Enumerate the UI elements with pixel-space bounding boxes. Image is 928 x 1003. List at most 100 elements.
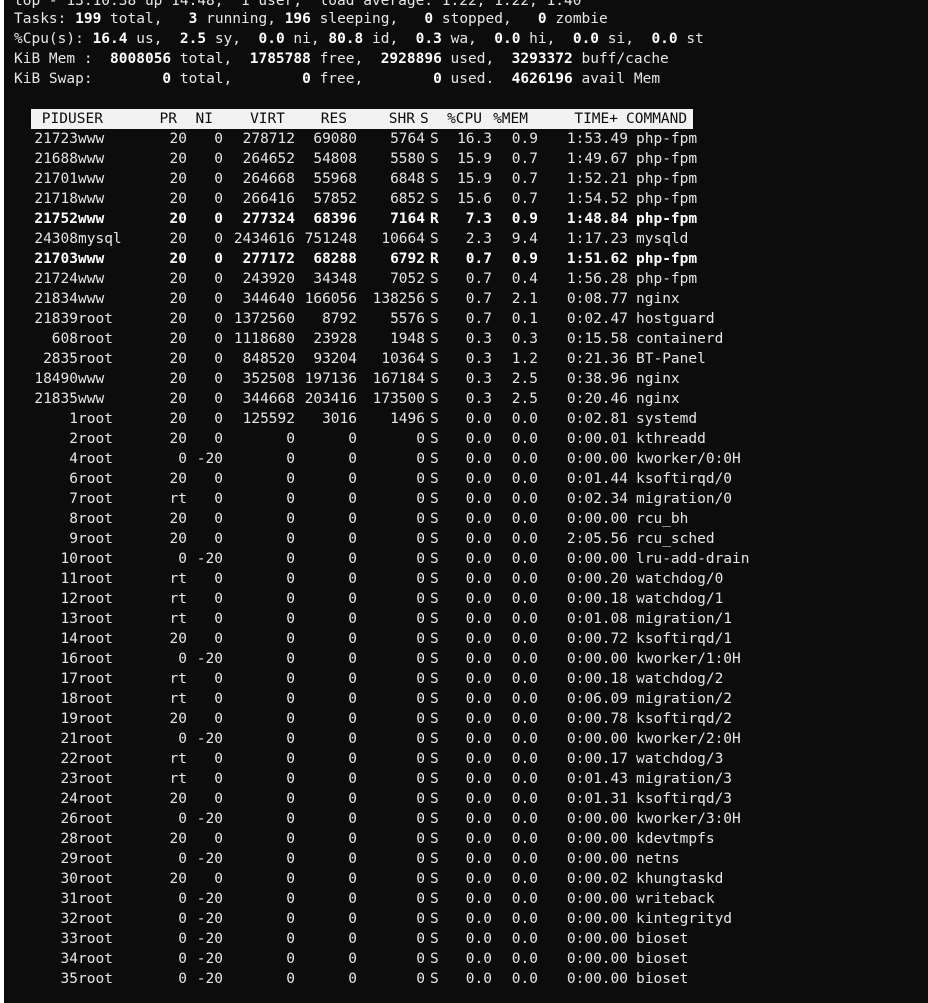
- process-row[interactable]: 13 root rt 0 0 0 0 S 0.0 0.0 0:01.08 migration/1: [14, 609, 928, 629]
- process-cpu: 0.0: [465, 871, 492, 887]
- process-row[interactable]: 12 root rt 0 0 0 0 S 0.0 0.0 0:00.18 watchdog/1: [14, 589, 928, 609]
- process-pr: rt: [169, 611, 187, 627]
- process-row[interactable]: 2835 root 20 0 848520 93204 10364 S 0.3 1.2 0:21.3…: [14, 349, 928, 369]
- process-row[interactable]: 21834 www 20 0 344640 166056 138256 S 0.7 2.1 0:08…: [14, 289, 928, 309]
- process-row[interactable]: 21703 www 20 0 277172 68288 6792 R 0.7 0.9 1:51.62…: [14, 249, 928, 269]
- process-cpu: 0.7: [465, 311, 492, 327]
- process-row[interactable]: 34 root 0 -20 0 0 0 S 0.0 0.0 0:00.00 bioset: [14, 949, 928, 969]
- process-row[interactable]: 7 root rt 0 0 0 0 S 0.0 0.0 0:02.34 migration/0: [14, 489, 928, 509]
- process-state: S: [430, 771, 439, 787]
- process-command: watchdog/3: [636, 751, 724, 767]
- process-res: 0: [348, 891, 357, 907]
- process-pr: 20: [169, 211, 187, 227]
- process-pr: 0: [178, 551, 187, 567]
- process-ni: 0: [214, 531, 223, 547]
- process-mem: 0.0: [511, 411, 538, 427]
- process-row[interactable]: 33 root 0 -20 0 0 0 S 0.0 0.0 0:00.00 bioset: [14, 929, 928, 949]
- process-user: root: [78, 831, 113, 847]
- process-virt: 0: [286, 951, 295, 967]
- process-row[interactable]: 22 root rt 0 0 0 0 S 0.0 0.0 0:00.17 watchdog/3: [14, 749, 928, 769]
- process-row[interactable]: 21839 root 20 0 1372560 8792 5576 S 0.7 0.1 0:02.4…: [14, 309, 928, 329]
- process-row[interactable]: 30 root 20 0 0 0 0 S 0.0 0.0 0:00.02 khungtaskd: [14, 869, 928, 889]
- process-time: 0:00.00: [566, 951, 628, 967]
- cpu-line: %Cpu(s): 16.4 us, 2.5 sy, 0.0 ni, 80.8 i…: [14, 31, 704, 47]
- process-ni: 0: [214, 411, 223, 427]
- process-row[interactable]: 16 root 0 -20 0 0 0 S 0.0 0.0 0:00.00 kworker/1:0H: [14, 649, 928, 669]
- process-pr: 20: [169, 631, 187, 647]
- process-pid: 35: [60, 971, 78, 987]
- process-row[interactable]: 21835 www 20 0 344668 203416 173500 S 0.3 2.5 0:20…: [14, 389, 928, 409]
- col-pr: PR: [159, 111, 177, 127]
- process-row[interactable]: 35 root 0 -20 0 0 0 S 0.0 0.0 0:00.00 bioset: [14, 969, 928, 989]
- process-row[interactable]: 26 root 0 -20 0 0 0 S 0.0 0.0 0:00.00 kworker/3:0H: [14, 809, 928, 829]
- process-command: kdevtmpfs: [636, 831, 715, 847]
- process-row[interactable]: 4 root 0 -20 0 0 0 S 0.0 0.0 0:00.00 kworker/0:0H: [14, 449, 928, 469]
- process-virt: 0: [286, 771, 295, 787]
- process-row[interactable]: 19 root 20 0 0 0 0 S 0.0 0.0 0:00.78 ksoftirqd/2: [14, 709, 928, 729]
- process-time: 0:02.34: [566, 491, 628, 507]
- process-ni: 0: [214, 671, 223, 687]
- process-ni: 0: [214, 871, 223, 887]
- process-pid: 28: [60, 831, 78, 847]
- process-user: www: [78, 291, 105, 307]
- process-time: 0:02.47: [566, 311, 628, 327]
- process-row[interactable]: 21724 www 20 0 243920 34348 7052 S 0.7 0.4 1:56.28…: [14, 269, 928, 289]
- process-virt: 344668: [242, 391, 295, 407]
- process-row[interactable]: 8 root 20 0 0 0 0 S 0.0 0.0 0:00.00 rcu_bh: [14, 509, 928, 529]
- process-row[interactable]: 21 root 0 -20 0 0 0 S 0.0 0.0 0:00.00 kworker/2:0H: [14, 729, 928, 749]
- process-row[interactable]: 608 root 20 0 1118680 23928 1948 S 0.3 0.3 0:15.58…: [14, 329, 928, 349]
- process-row[interactable]: 24308 mysql 20 0 2434616 751248 10664 S 2.3 9.4 1:…: [14, 229, 928, 249]
- process-command: php-fpm: [636, 251, 698, 267]
- cpu-sy: 2.5: [179, 31, 207, 47]
- process-mem: 0.0: [511, 531, 538, 547]
- process-row[interactable]: 21688 www 20 0 264652 54808 5580 S 15.9 0.7 1:49.6…: [14, 149, 928, 169]
- process-res: 0: [348, 451, 357, 467]
- process-time: 2:05.56: [566, 531, 628, 547]
- process-mem: 0.7: [511, 191, 538, 207]
- process-pid: 14: [60, 631, 78, 647]
- process-row[interactable]: 10 root 0 -20 0 0 0 S 0.0 0.0 0:00.00 lru-add-drain: [14, 549, 928, 569]
- process-time: 0:00.00: [566, 551, 628, 567]
- process-cpu: 0.0: [465, 911, 492, 927]
- process-state: S: [430, 371, 439, 387]
- terminal-window[interactable]: top - 13:10:38 up 14:48, 1 user, load av…: [4, 0, 928, 1003]
- process-command: lru-add-drain: [636, 551, 750, 567]
- process-row[interactable]: 2 root 20 0 0 0 0 S 0.0 0.0 0:00.01 kthreadd: [14, 429, 928, 449]
- col-cpu: %CPU: [447, 111, 482, 127]
- process-row[interactable]: 18 root rt 0 0 0 0 S 0.0 0.0 0:06.09 migration/2: [14, 689, 928, 709]
- process-row[interactable]: 21723 www 20 0 278712 69080 5764 S 16.3 0.9 1:53.4…: [14, 129, 928, 149]
- process-time: 0:00.78: [566, 711, 628, 727]
- process-ni: 0: [214, 571, 223, 587]
- process-state: S: [430, 151, 439, 167]
- process-row[interactable]: 11 root rt 0 0 0 0 S 0.0 0.0 0:00.20 watchdog/0: [14, 569, 928, 589]
- process-row[interactable]: 9 root 20 0 0 0 0 S 0.0 0.0 2:05.56 rcu_sched: [14, 529, 928, 549]
- process-row[interactable]: 6 root 20 0 0 0 0 S 0.0 0.0 0:01.44 ksoftirqd/0: [14, 469, 928, 489]
- process-pid: 6: [69, 471, 78, 487]
- process-time: 0:00.00: [566, 651, 628, 667]
- process-ni: -20: [196, 811, 223, 827]
- process-pid: 34: [60, 951, 78, 967]
- process-row[interactable]: 32 root 0 -20 0 0 0 S 0.0 0.0 0:00.00 kintegrityd: [14, 909, 928, 929]
- process-row[interactable]: 21752 www 20 0 277324 68396 7164 R 7.3 0.9 1:48.84…: [14, 209, 928, 229]
- process-row[interactable]: 1 root 20 0 125592 3016 1496 S 0.0 0.0 0:02.81 syst…: [14, 409, 928, 429]
- process-shr: 0: [416, 771, 425, 787]
- process-row[interactable]: 31 root 0 -20 0 0 0 S 0.0 0.0 0:00.00 writeback: [14, 889, 928, 909]
- process-ni: 0: [214, 711, 223, 727]
- process-row[interactable]: 14 root 20 0 0 0 0 S 0.0 0.0 0:00.72 ksoftirqd/1: [14, 629, 928, 649]
- process-res: 197136: [304, 371, 357, 387]
- process-command: kworker/2:0H: [636, 731, 741, 747]
- cpu-hi: 0.0: [494, 31, 521, 47]
- process-row[interactable]: 21701 www 20 0 264668 55968 6848 S 15.9 0.7 1:52.2…: [14, 169, 928, 189]
- process-pid: 31: [60, 891, 78, 907]
- process-row[interactable]: 18490 www 20 0 352508 197136 167184 S 0.3 2.5 0:38…: [14, 369, 928, 389]
- process-row[interactable]: 28 root 20 0 0 0 0 S 0.0 0.0 0:00.00 kdevtmpfs: [14, 829, 928, 849]
- process-cpu: 0.0: [465, 971, 492, 987]
- process-state: S: [430, 131, 439, 147]
- process-state: S: [430, 411, 439, 427]
- process-row[interactable]: 17 root rt 0 0 0 0 S 0.0 0.0 0:00.18 watchdog/2: [14, 669, 928, 689]
- process-row[interactable]: 21718 www 20 0 266416 57852 6852 S 15.6 0.7 1:54.5…: [14, 189, 928, 209]
- process-row[interactable]: 23 root rt 0 0 0 0 S 0.0 0.0 0:01.43 migration/3: [14, 769, 928, 789]
- process-shr: 0: [416, 631, 425, 647]
- process-row[interactable]: 24 root 20 0 0 0 0 S 0.0 0.0 0:01.31 ksoftirqd/3: [14, 789, 928, 809]
- process-row[interactable]: 29 root 0 -20 0 0 0 S 0.0 0.0 0:00.00 netns: [14, 849, 928, 869]
